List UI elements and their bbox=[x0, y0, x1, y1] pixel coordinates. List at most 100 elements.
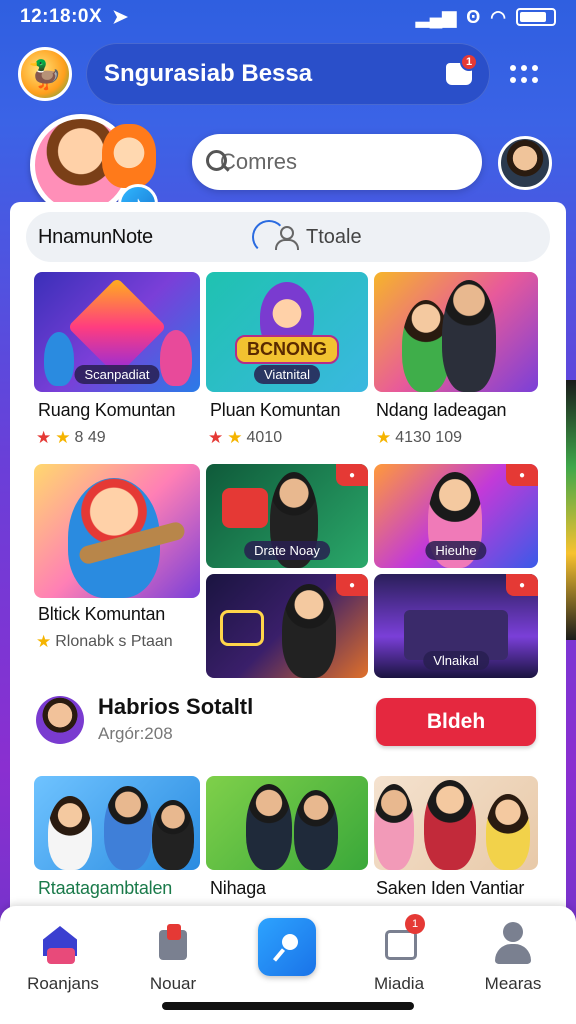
status-bar: 12:18:0X ➤ ▂▄▆ ʘ ◠ bbox=[0, 0, 576, 34]
star-icon: ★ bbox=[208, 428, 224, 447]
music-stand-icon bbox=[151, 916, 195, 966]
app-header: 🦆 Sngurasiab Bessa 1 bbox=[18, 42, 558, 106]
battery-icon bbox=[516, 8, 556, 26]
tile-banner: BCNONG bbox=[235, 335, 339, 364]
tile-thumbnail[interactable] bbox=[374, 776, 538, 870]
side-decoration bbox=[566, 380, 576, 640]
kid-figure bbox=[160, 330, 192, 386]
star-icon: ★ bbox=[36, 632, 52, 651]
main-card: HnamunNote Ttoale Scanpadiat Ruang Komun… bbox=[10, 202, 566, 942]
user-avatar[interactable] bbox=[498, 136, 552, 190]
tile-banner: Scanpadiat bbox=[74, 365, 160, 384]
more-options-icon[interactable] bbox=[510, 62, 542, 86]
tile-title: Ruang Komuntan bbox=[38, 400, 176, 420]
microphone-icon bbox=[272, 934, 298, 962]
nav-item-media[interactable]: 1 Miadia bbox=[344, 914, 454, 1016]
girl-figure bbox=[486, 794, 530, 870]
star-icon: ★ bbox=[36, 428, 52, 447]
app-logo[interactable]: 🦆 bbox=[18, 47, 72, 101]
gem-graphic bbox=[67, 277, 167, 377]
toggle-filter[interactable]: Ttoale bbox=[252, 216, 362, 258]
signal-icon: ▂▄▆ bbox=[415, 6, 457, 27]
navigation-icon: ➤ bbox=[112, 6, 129, 28]
bottom-navigation: Roanjans Nouar 1 Miadia Mearas bbox=[0, 906, 576, 1024]
tile-title: Saken Iden Vantiar bbox=[376, 878, 525, 898]
channel-row: Habrios Sotaltl Argór:208 Bldeh bbox=[36, 694, 536, 750]
follow-button[interactable]: Bldeh bbox=[376, 698, 536, 746]
search-input[interactable] bbox=[220, 149, 508, 175]
performer-figure bbox=[282, 584, 336, 678]
user-icon bbox=[274, 226, 299, 250]
search-bar[interactable]: ● ● bbox=[192, 134, 517, 190]
tile-title: Nihaga bbox=[210, 878, 266, 898]
channel-title: Habrios Sotaltl bbox=[98, 694, 254, 719]
home-indicator[interactable] bbox=[162, 1002, 414, 1010]
title-bar: Sngurasiab Bessa 1 bbox=[86, 43, 490, 105]
boy-figure bbox=[294, 790, 338, 870]
rating-value: 4130 109 bbox=[395, 429, 462, 446]
wifi-icon: ◠ bbox=[490, 6, 506, 27]
tile-thumbnail[interactable]: ● Drate Noay bbox=[206, 464, 368, 568]
rating-value: 4010 bbox=[246, 429, 283, 446]
play-icon bbox=[220, 610, 264, 646]
media-icon: 1 bbox=[377, 914, 425, 966]
star-icon: ★ bbox=[227, 428, 243, 447]
notifications-button[interactable]: 1 bbox=[438, 53, 480, 95]
tile-banner-sub: Viatnital bbox=[253, 365, 321, 384]
tile-thumbnail[interactable] bbox=[374, 272, 538, 392]
home-music-icon bbox=[41, 916, 85, 966]
tile-thumbnail[interactable] bbox=[34, 776, 200, 870]
mascot-avatar bbox=[102, 124, 156, 188]
tile-thumbnail[interactable] bbox=[34, 464, 200, 598]
hot-badge: ● bbox=[336, 464, 368, 486]
channel-subtitle: Argór:208 bbox=[98, 724, 173, 743]
nav-center-button[interactable] bbox=[258, 918, 316, 976]
man-figure bbox=[374, 784, 414, 870]
tile-banner: Drate Noay bbox=[244, 541, 330, 560]
data-icon: ʘ bbox=[466, 6, 481, 27]
tile-banner: Vlnaikal bbox=[423, 651, 489, 670]
nav-label: Nouar bbox=[149, 974, 197, 993]
tile-rating: ★ ★ 4010 bbox=[208, 428, 282, 448]
tile-title: Rtaatagambtalen bbox=[38, 878, 173, 898]
tile-thumbnail[interactable]: ● bbox=[206, 574, 368, 678]
hot-badge: ● bbox=[506, 574, 538, 596]
hot-badge: ● bbox=[506, 464, 538, 486]
tile-thumbnail[interactable]: Scanpadiat bbox=[34, 272, 200, 392]
boy-figure bbox=[104, 786, 152, 870]
tile-thumbnail[interactable]: ● Hieuhe bbox=[374, 464, 538, 568]
tile-rating: ★ 4130 109 bbox=[376, 428, 462, 448]
nav-label: Miadia bbox=[373, 974, 425, 993]
tile-title: Bltick Komuntan bbox=[38, 604, 166, 624]
nav-item-profile[interactable]: Mearas bbox=[458, 916, 568, 1016]
filter-row: HnamunNote Ttoale bbox=[26, 212, 550, 262]
boy-figure bbox=[152, 800, 194, 870]
kid-figure bbox=[44, 332, 74, 386]
rating-value: 8 49 bbox=[74, 429, 106, 446]
app-title: Sngurasiab Bessa bbox=[104, 60, 313, 87]
play-icon bbox=[222, 488, 268, 528]
nav-label: Roanjans bbox=[27, 974, 99, 993]
tile-banner: Hieuhe bbox=[425, 541, 487, 560]
notification-badge: 1 bbox=[460, 53, 478, 71]
tile-rating: ★ Rlonabk s Ptaan bbox=[36, 632, 173, 652]
nav-item-music[interactable]: Nouar bbox=[118, 916, 228, 1016]
boy-figure bbox=[246, 784, 292, 870]
girl-figure bbox=[48, 796, 92, 870]
status-time: 12:18:0X ➤ bbox=[20, 6, 129, 29]
tile-thumbnail[interactable] bbox=[206, 776, 368, 870]
tile-thumbnail[interactable]: BCNONG Viatnital bbox=[206, 272, 368, 392]
rating-value: Rlonabk s Ptaan bbox=[55, 633, 173, 650]
nav-label: Mearas bbox=[484, 974, 542, 993]
channel-avatar[interactable] bbox=[36, 696, 84, 744]
woman-figure bbox=[424, 780, 476, 870]
hot-badge: ● bbox=[336, 574, 368, 596]
clock-text: 12:18:0X bbox=[20, 6, 103, 27]
star-icon: ★ bbox=[376, 428, 392, 447]
status-icons: ▂▄▆ ʘ ◠ bbox=[416, 7, 556, 28]
tile-thumbnail[interactable]: ● Vlnaikal bbox=[374, 574, 538, 678]
toggle-label: Ttoale bbox=[306, 225, 362, 248]
man-figure bbox=[442, 280, 496, 392]
nav-item-home[interactable]: Roanjans bbox=[8, 916, 118, 1016]
section-label: HnamunNote bbox=[38, 225, 153, 248]
